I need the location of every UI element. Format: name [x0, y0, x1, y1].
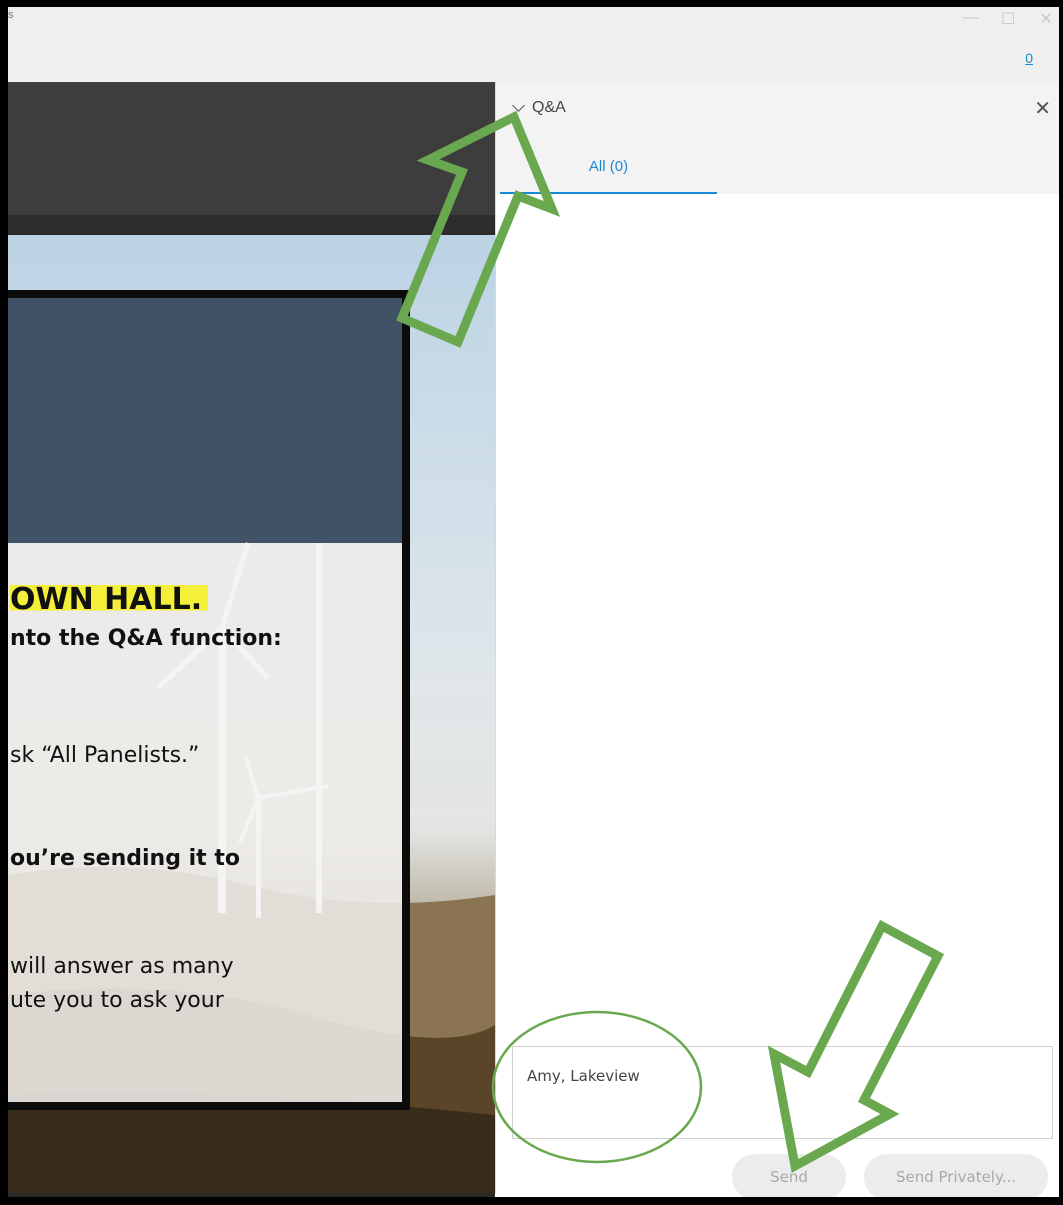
slide-line: will answer as many: [10, 954, 234, 979]
qa-header: Q&A ✕ All (0): [496, 82, 1059, 194]
qa-panel: Q&A ✕ All (0) Amy, Lakeview Send Send Pr…: [495, 82, 1059, 1200]
tab-all[interactable]: All (0): [500, 142, 717, 194]
maximize-icon[interactable]: ☐: [1001, 9, 1015, 29]
close-icon[interactable]: ✕: [1034, 96, 1051, 121]
stage-bottom-strip: [8, 1193, 495, 1205]
slide-line: nto the Q&A function:: [10, 626, 282, 651]
close-icon[interactable]: ✕: [1039, 9, 1053, 29]
slide-line: sk “All Panelists.”: [10, 743, 200, 768]
qa-title: Q&A: [532, 99, 566, 116]
help-link[interactable]: 0: [1025, 50, 1033, 66]
question-input[interactable]: Amy, Lakeview: [512, 1046, 1053, 1139]
window-title: s: [8, 9, 14, 21]
minimize-icon[interactable]: —: [963, 9, 979, 29]
window-title-bar: s — ☐ ✕ 0: [8, 7, 1059, 82]
qa-collapse-toggle[interactable]: Q&A: [512, 99, 566, 117]
slide-card: OWN HALL. nto the Q&A function: sk “All …: [8, 290, 410, 1110]
window-controls: — ☐ ✕: [963, 9, 1053, 29]
chevron-down-icon: [512, 99, 525, 112]
stage-toolbar: [8, 82, 495, 215]
send-privately-button[interactable]: Send Privately...: [864, 1154, 1048, 1200]
presentation-stage: OWN HALL. nto the Q&A function: sk “All …: [8, 82, 495, 1193]
slide-headline: OWN HALL.: [10, 582, 209, 617]
slide-line: ute you to ask your: [10, 988, 224, 1013]
send-button[interactable]: Send: [732, 1154, 846, 1200]
stage-toolbar-divider: [8, 215, 495, 235]
slide-line: ou’re sending it to: [10, 846, 240, 871]
